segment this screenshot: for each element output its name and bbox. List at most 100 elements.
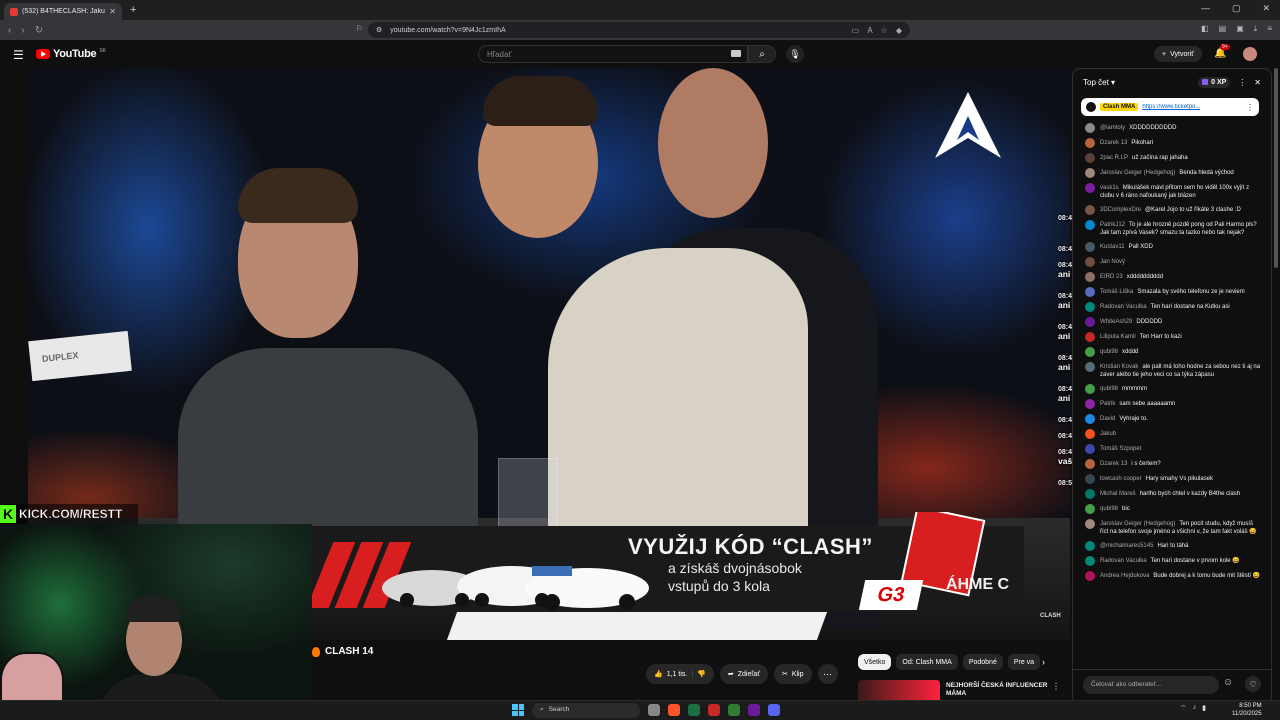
- recommended-menu-icon[interactable]: ⋮: [1052, 682, 1060, 691]
- chat-message[interactable]: Andrea Hejdukova Bude dobrej a k tomu bud…: [1073, 569, 1271, 584]
- new-tab-icon[interactable]: +: [130, 4, 136, 16]
- chat-message[interactable]: Radovan Vaculka Ten hari dostane v prvom …: [1073, 554, 1271, 569]
- close-window-icon[interactable]: ✕: [1262, 3, 1270, 14]
- brave-icon[interactable]: [668, 704, 680, 716]
- notifications-button[interactable]: 🔔 9+: [1214, 44, 1230, 59]
- chat-message[interactable]: @michalmares5145 Hari to táhá: [1073, 539, 1271, 554]
- chat-message[interactable]: Tomáš Liška Smazala by svého telefonu ze …: [1073, 285, 1271, 300]
- chat-message[interactable]: Liliputa Kamil Ten Harr to kazi: [1073, 330, 1271, 345]
- chat-message[interactable]: Kristian Kovak ale palt má toho hodne za …: [1073, 360, 1271, 382]
- page-scrollbar[interactable]: [1274, 68, 1278, 268]
- pinned-link[interactable]: https://www.ticketpo...: [1142, 104, 1200, 110]
- sidebar-icon[interactable]: ▤: [1219, 24, 1227, 34]
- chat-mode-selector[interactable]: Top čet ▾: [1083, 78, 1115, 87]
- tab-close-icon[interactable]: ✕: [109, 7, 116, 16]
- chat-author: Patrik: [1100, 401, 1116, 407]
- chat-message[interactable]: lowcash cooper Hary smahy Vs pikulasek: [1073, 472, 1271, 487]
- like-button[interactable]: 👍 1,1 tis. | 👎: [646, 664, 714, 684]
- more-actions-button[interactable]: ⋯: [817, 664, 838, 684]
- wallet-icon[interactable]: ▣: [1236, 24, 1244, 34]
- address-bar[interactable]: ⚙ youtube.com/watch?v=9N4Jc1zmIhA ▭ A ☆ …: [368, 22, 910, 38]
- chat-message[interactable]: Tomáš Szpopet: [1073, 442, 1271, 457]
- chip[interactable]: Od: Clash MMA: [896, 654, 958, 670]
- download-icon[interactable]: ⤓: [1254, 24, 1258, 34]
- chrome-icon[interactable]: [728, 704, 740, 716]
- chat-message[interactable]: qubi98 xdddd: [1073, 345, 1271, 360]
- discord-icon[interactable]: [768, 704, 780, 716]
- chat-message[interactable]: vask1s Mikulášek mávl přitom sem ho viděl…: [1073, 181, 1271, 203]
- forward-icon[interactable]: ›: [21, 25, 24, 36]
- chat-more-icon[interactable]: ⋮: [1238, 78, 1246, 87]
- extension-icon[interactable]: ◧: [1201, 24, 1209, 34]
- chat-message[interactable]: 2pac R.I.P už začína rap jahaha: [1073, 151, 1271, 166]
- keyboard-icon[interactable]: [731, 50, 741, 57]
- recommended-title[interactable]: NEJHORŠÍ ČESKÁ INFLUENCER MÁMA: [946, 682, 1050, 698]
- chips-next-icon[interactable]: ›: [1042, 657, 1045, 667]
- battery-icon[interactable]: ▮: [1202, 704, 1206, 713]
- reload-icon[interactable]: ↻: [35, 25, 43, 36]
- chat-close-icon[interactable]: ✕: [1254, 78, 1261, 87]
- search-button[interactable]: ⌕: [748, 45, 776, 63]
- back-icon[interactable]: ‹: [8, 25, 11, 36]
- maximize-icon[interactable]: ▢: [1232, 3, 1241, 14]
- star-icon[interactable]: ☆: [881, 26, 888, 35]
- heart-icon[interactable]: ♡: [1245, 676, 1261, 692]
- chat-input[interactable]: Četovať ako odberateľ...: [1083, 676, 1219, 694]
- share-button[interactable]: ➦ Zdieľať: [719, 664, 768, 684]
- excel-icon[interactable]: [688, 704, 700, 716]
- chat-message[interactable]: Kustav11 Pall XDD: [1073, 240, 1271, 255]
- menu-icon[interactable]: ≡: [1267, 24, 1272, 34]
- volume-icon[interactable]: ♪: [1193, 704, 1197, 713]
- chat-message[interactable]: Jakub: [1073, 427, 1271, 442]
- chat-message-body: Tomáš Szpopet: [1100, 445, 1145, 454]
- youtube-logo[interactable]: YouTube SK: [36, 48, 106, 60]
- chat-message[interactable]: David Vyhraje to.: [1073, 412, 1271, 427]
- chip[interactable]: Všetko: [858, 654, 892, 670]
- pinned-message[interactable]: Clash MMA https://www.ticketpo... ⋮: [1081, 98, 1259, 116]
- chip[interactable]: Pre va: [1007, 654, 1041, 670]
- chat-message[interactable]: Michal Mareš harlho bych chtel v kazdy B4…: [1073, 487, 1271, 502]
- chat-message[interactable]: PatrikJ12 To je ale hrozně pozdě pong od …: [1073, 218, 1271, 240]
- chat-message[interactable]: Dzarek 13 Pikohari: [1073, 136, 1271, 151]
- cast-icon[interactable]: ▭: [852, 26, 860, 35]
- site-info-icon[interactable]: ⚙: [376, 26, 382, 34]
- chat-text: sam sebe aaaaaamn: [1119, 401, 1176, 407]
- pinned-menu-icon[interactable]: ⋮: [1246, 103, 1254, 112]
- translate-icon[interactable]: A: [867, 26, 872, 35]
- hamburger-menu-icon[interactable]: ☰: [13, 48, 24, 62]
- chat-message[interactable]: 3DComplexDre @Karel Jojo to už říkáte 3 c…: [1073, 203, 1271, 218]
- taskbar-clock[interactable]: 8:50 PM 11/20/2025: [1232, 702, 1262, 718]
- app-icon[interactable]: [708, 704, 720, 716]
- chat-message[interactable]: Jan Nový: [1073, 255, 1271, 270]
- create-button[interactable]: + Vytvoriť: [1154, 46, 1202, 62]
- account-avatar[interactable]: [1243, 47, 1257, 61]
- chat-message[interactable]: qubi98 bic: [1073, 502, 1271, 517]
- bookmark-icon[interactable]: ⚐: [356, 24, 363, 33]
- task-view-icon[interactable]: [648, 704, 660, 716]
- emoji-icon[interactable]: ☺: [1223, 677, 1233, 688]
- clip-button[interactable]: ✂ Klip: [773, 664, 812, 684]
- xp-badge[interactable]: 0 XP: [1198, 76, 1231, 88]
- search-input[interactable]: Hľadať: [478, 45, 748, 63]
- browser-tab[interactable]: (532) B4THECLASH: Jakub ✕: [4, 3, 122, 20]
- shield-icon[interactable]: ◆: [896, 26, 902, 35]
- chat-message[interactable]: Patrik sam sebe aaaaaamn: [1073, 397, 1271, 412]
- chat-message[interactable]: WhiteAsh29 DDDDDD: [1073, 315, 1271, 330]
- chat-message[interactable]: Dzarek 13 i s čertem?: [1073, 457, 1271, 472]
- wifi-icon[interactable]: ⌔: [1180, 704, 1187, 713]
- thumbs-down-icon[interactable]: 👎: [697, 670, 706, 678]
- chat-message[interactable]: EIRD 23 xdddddddddd: [1073, 270, 1271, 285]
- chat-message[interactable]: qubi98 mmmmm: [1073, 382, 1271, 397]
- ad-banner[interactable]: VYUŽIJ KÓD “CLASH” a získáš dvojnásobok …: [312, 512, 1024, 640]
- chat-author: Liliputa Kamil: [1100, 334, 1136, 340]
- chat-message[interactable]: @iamtoly XDDDDDDDDDD: [1073, 121, 1271, 136]
- windows-start-icon[interactable]: [512, 704, 524, 716]
- obs-icon[interactable]: [748, 704, 760, 716]
- voice-search-button[interactable]: 🎙: [786, 45, 804, 63]
- chat-message[interactable]: Jaroslav Geiger (Hedgehog) Ten pocit stud…: [1073, 517, 1271, 539]
- minimize-icon[interactable]: —: [1201, 3, 1210, 14]
- chat-message[interactable]: Radovan Vaculka Ten hari dostane na Kutku…: [1073, 300, 1271, 315]
- taskbar-search[interactable]: ⌕ Search: [532, 703, 640, 718]
- chip[interactable]: Podobné: [962, 654, 1003, 670]
- chat-message[interactable]: Jaroslav Geiger (Hedgehog) Benda hledá vý…: [1073, 166, 1271, 181]
